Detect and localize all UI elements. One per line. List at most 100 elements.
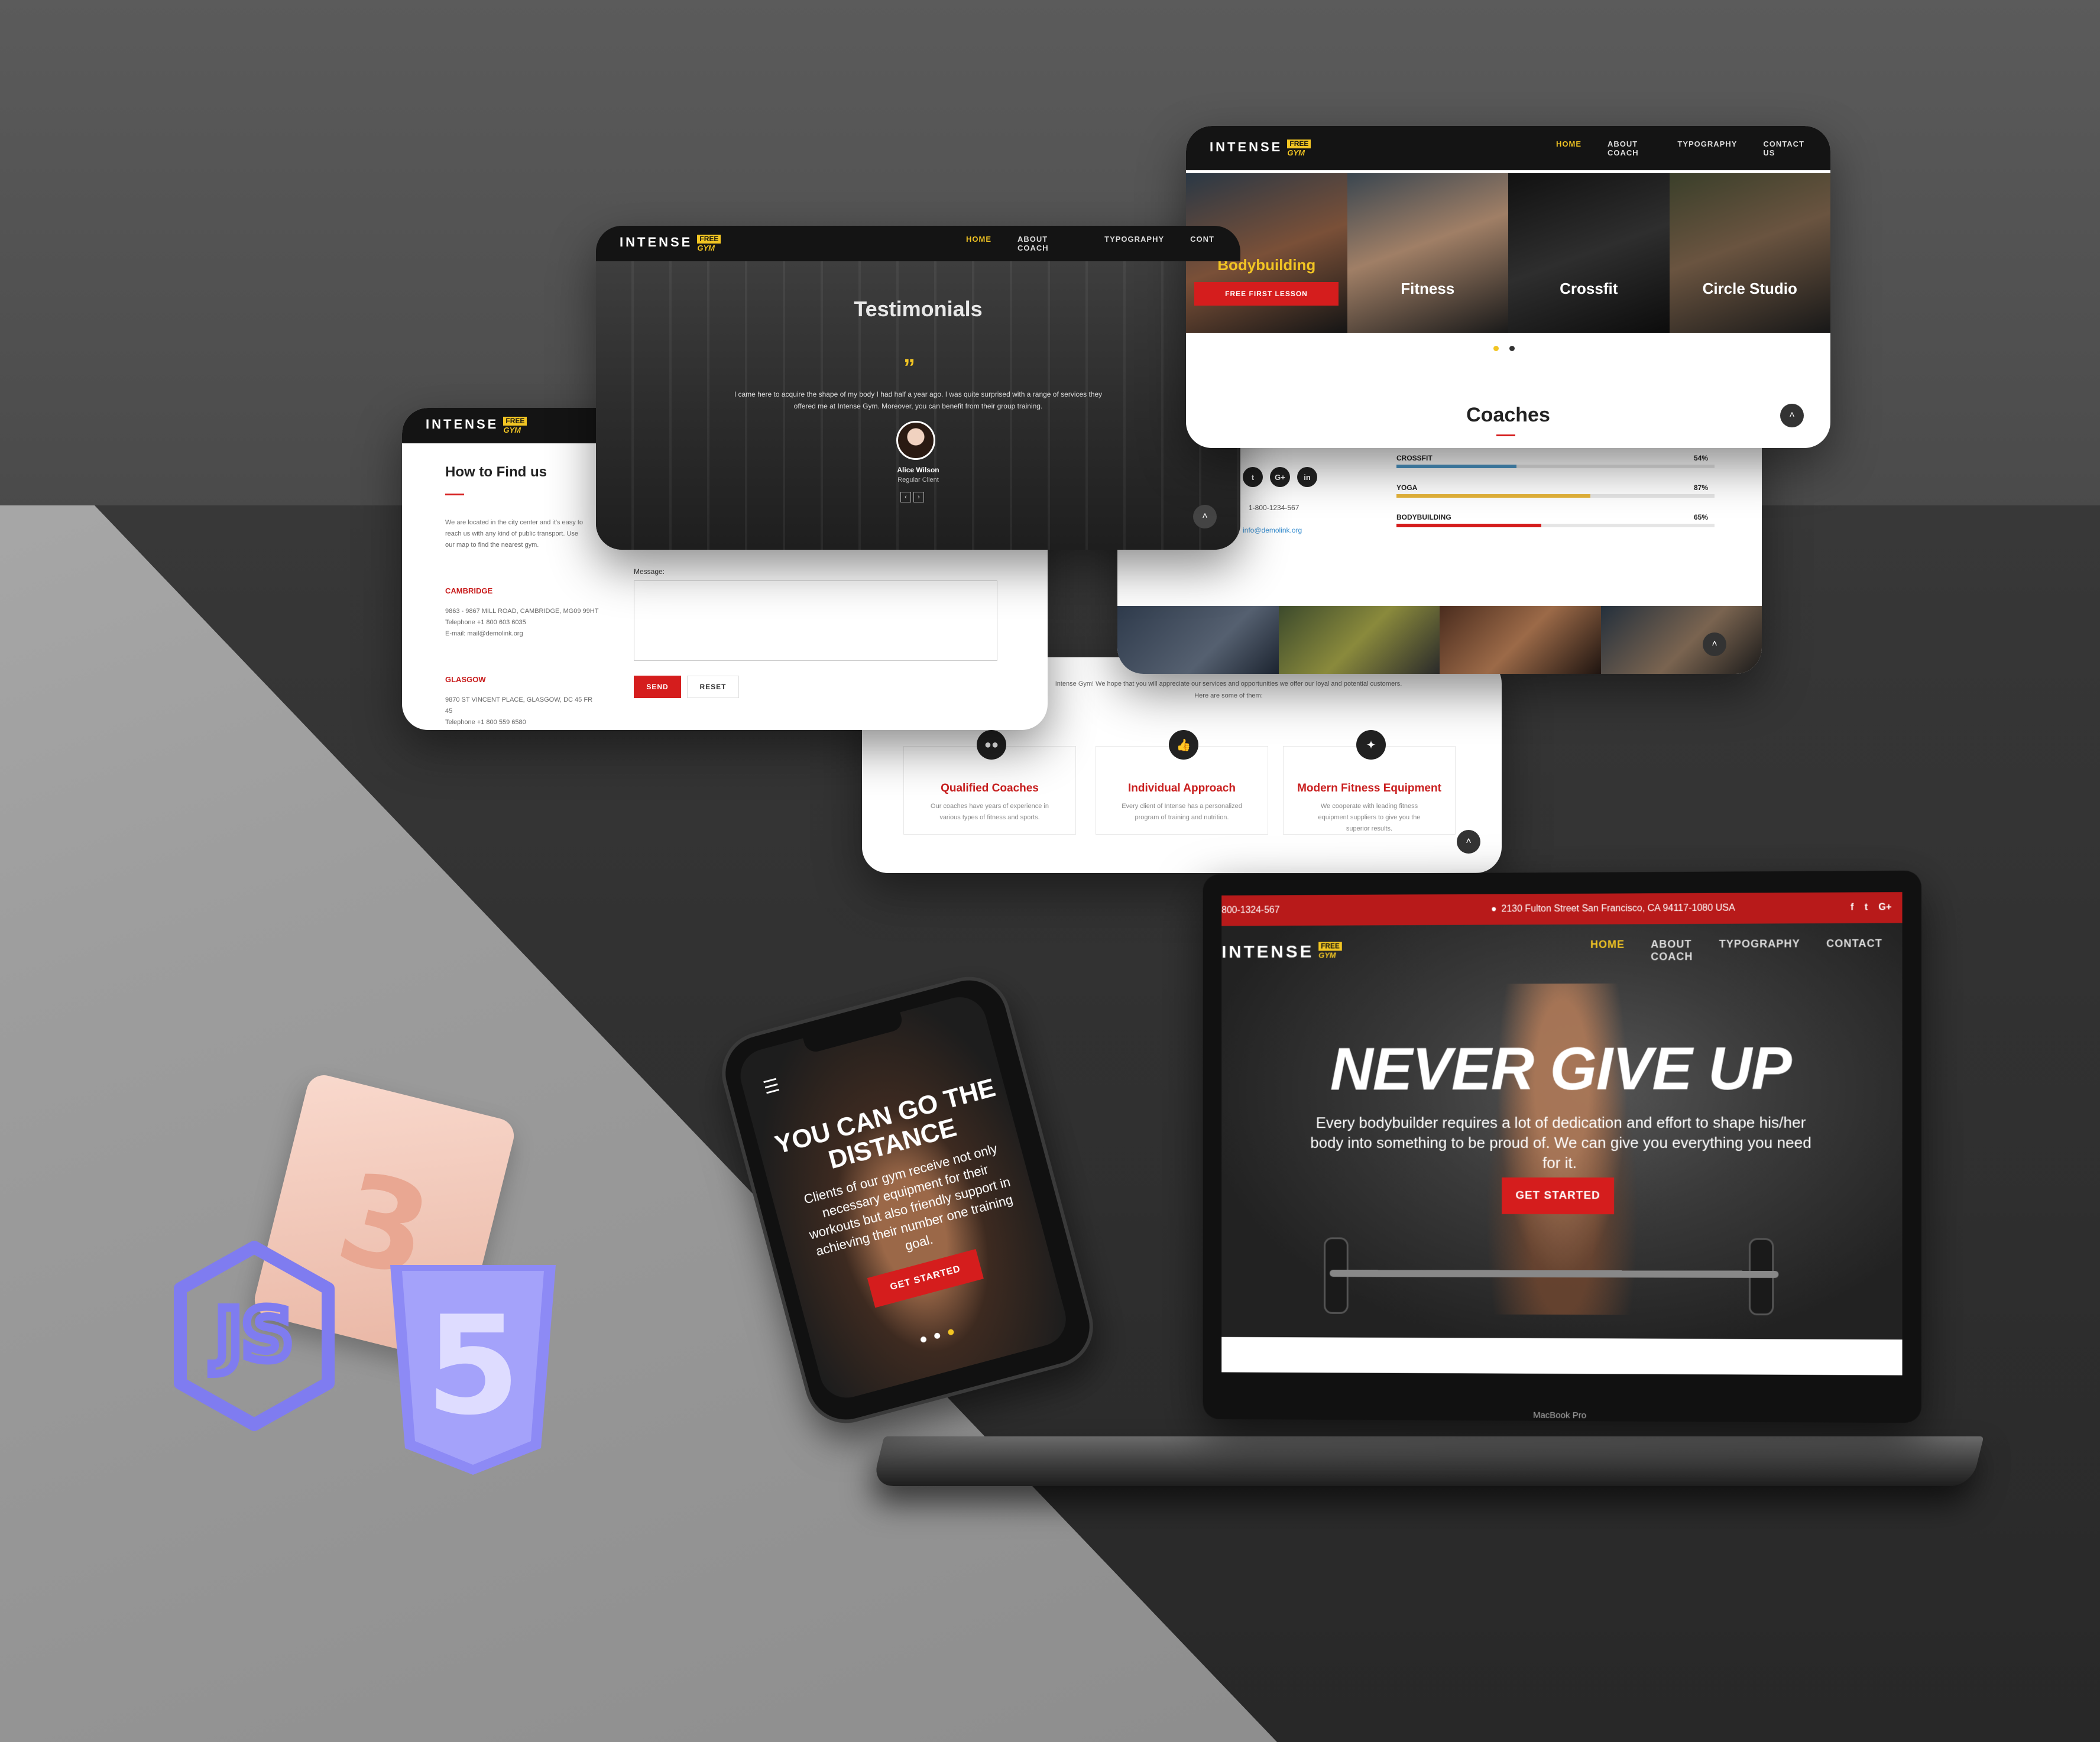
nav-about-coach[interactable]: ABOUT COACH: [1017, 235, 1078, 252]
html5-shield-icon: 5: [390, 1265, 556, 1475]
title-divider: [1496, 434, 1515, 436]
scroll-top-button[interactable]: ˄: [1193, 505, 1217, 528]
slider-dot[interactable]: [1509, 346, 1515, 351]
nav-about-coach[interactable]: ABOUT COACH: [1608, 140, 1651, 157]
reset-button[interactable]: RESET: [687, 676, 739, 698]
laptop-base: [871, 1436, 1984, 1486]
hero-subtext: Every bodybuilder requires a lot of dedi…: [1310, 1113, 1811, 1172]
logo-gym: GYM: [503, 426, 521, 434]
topbar-address: 2130 Fulton Street San Francisco, CA 941…: [1501, 903, 1735, 914]
address-phone: Telephone +1 800 559 6580: [445, 719, 526, 726]
next-arrow-icon[interactable]: ›: [913, 492, 924, 502]
nav-home[interactable]: HOME: [966, 235, 991, 252]
google-plus-icon[interactable]: G+: [1270, 467, 1290, 487]
get-started-button[interactable]: GET STARTED: [1502, 1177, 1615, 1215]
main-menu: HOME ABOUT COACH TYPOGRAPHY CONTACT US: [1556, 140, 1830, 157]
nav-typography[interactable]: TYPOGRAPHY: [1677, 140, 1737, 157]
google-plus-icon[interactable]: G+: [1878, 902, 1891, 913]
section-title: Testimonials: [854, 297, 983, 321]
logo[interactable]: INTENSE FREE GYM: [1210, 139, 1311, 157]
slider-dot-active[interactable]: [1493, 346, 1499, 351]
skill-bar-yoga: [1396, 494, 1715, 498]
slider-dot[interactable]: [919, 1335, 928, 1344]
js-hexagon-icon: JS: [174, 1241, 335, 1431]
section-title: Coaches: [1466, 404, 1550, 426]
class-tiles: Bodybuilding FREE FIRST LESSON Fitness C…: [1186, 173, 1830, 333]
slider-dots: [919, 1328, 955, 1344]
send-button[interactable]: SEND: [634, 676, 681, 698]
feature-title: Individual Approach: [1128, 782, 1236, 794]
testimonial-text: I came here to acquire the shape of my b…: [734, 390, 1103, 410]
facebook-icon[interactable]: f: [1851, 903, 1853, 913]
prev-arrow-icon[interactable]: ‹: [900, 492, 911, 502]
slider-dot[interactable]: [934, 1332, 941, 1339]
top-info-bar: 800-1324-567 ● 2130 Fulton Street San Fr…: [1221, 892, 1903, 926]
logo[interactable]: INTENSE FREE GYM: [426, 417, 527, 434]
navbar: INTENSE FREE GYM HOME ABOUT COACH TYPOGRA…: [1221, 923, 1902, 978]
coach-photo[interactable]: [1440, 606, 1601, 674]
city-name: GLASGOW: [445, 675, 486, 684]
content-area: [1221, 1336, 1903, 1376]
class-tile-circle-studio[interactable]: Circle Studio: [1669, 173, 1830, 333]
address-phone: Telephone +1 800 603 6035: [445, 619, 526, 626]
logo[interactable]: INTENSE FREE GYM: [620, 235, 721, 252]
location-pin-icon: ●: [1490, 904, 1497, 914]
address-email[interactable]: E-mail: mail@demolink.org: [445, 628, 599, 640]
address-block: 9870 ST VINCENT PLACE, GLASGOW, DC 45 FR…: [445, 695, 599, 728]
skill-pct-yoga: 87%: [1694, 484, 1709, 492]
navbar: INTENSE FREE GYM HOME ABOUT COACH TYPOGRA…: [596, 226, 1240, 261]
laptop-screen: 800-1324-567 ● 2130 Fulton Street San Fr…: [1221, 892, 1903, 1376]
nav-home[interactable]: HOME: [1590, 939, 1625, 964]
coach-photo[interactable]: [1117, 606, 1279, 674]
nav-typography[interactable]: TYPOGRAPHY: [1104, 235, 1164, 252]
logo-free: FREE: [1287, 139, 1311, 148]
city-name: CAMBRIDGE: [445, 586, 493, 595]
logo-gym: GYM: [697, 244, 715, 252]
feature-title: Modern Fitness Equipment: [1297, 782, 1441, 794]
logo-free: FREE: [697, 235, 721, 244]
hero-headline: NEVER GIVE UP: [1330, 1034, 1791, 1103]
feature-text: Our coaches have years of experience in …: [931, 803, 1049, 821]
scroll-top-button[interactable]: ˄: [1457, 830, 1480, 854]
class-tile-fitness[interactable]: Fitness: [1347, 173, 1508, 333]
barbell: [1330, 1270, 1779, 1278]
feature-text: Every client of Intense has a personaliz…: [1122, 803, 1242, 821]
scroll-top-button[interactable]: ˄: [1780, 404, 1804, 427]
testimonial-role: Regular Client: [897, 476, 939, 484]
find-us-intro: We are located in the city center and it…: [445, 519, 584, 549]
address-line: 9863 - 9867 MILL ROAD, CAMBRIDGE, MG09 9…: [445, 608, 599, 615]
feature-text: We cooperate with leading fitness equipm…: [1318, 803, 1421, 832]
free-lesson-button[interactable]: FREE FIRST LESSON: [1194, 282, 1339, 306]
nav-about-coach[interactable]: ABOUT COACH: [1651, 938, 1693, 963]
nav-contact[interactable]: CONT: [1190, 235, 1214, 252]
nav-typography[interactable]: TYPOGRAPHY: [1719, 937, 1800, 963]
scroll-top-button[interactable]: ˄: [1703, 632, 1726, 656]
nav-contact-us[interactable]: CONTACT US: [1763, 140, 1804, 157]
quote-icon: ”: [903, 355, 915, 381]
logo[interactable]: INTENSE FREE GYM: [1221, 942, 1342, 962]
html5-logo-icon: 5: [378, 1253, 568, 1484]
coach-photo[interactable]: [1600, 606, 1762, 674]
twitter-icon[interactable]: t: [1243, 467, 1263, 487]
address-block: 9863 - 9867 MILL ROAD, CAMBRIDGE, MG09 9…: [445, 606, 599, 640]
skill-fill-yoga: [1396, 494, 1590, 498]
js-logo-icon: JS: [166, 1238, 343, 1433]
coach-photo[interactable]: [1278, 606, 1440, 674]
logo-gym: GYM: [1287, 148, 1305, 157]
skill-label-bodybuilding: BODYBUILDING: [1396, 513, 1451, 521]
class-tile-crossfit[interactable]: Crossfit: [1508, 173, 1670, 333]
skill-fill-bodybuilding: [1396, 524, 1541, 527]
twitter-icon[interactable]: t: [1865, 903, 1868, 913]
class-label: Circle Studio: [1702, 280, 1797, 297]
linkedin-icon[interactable]: in: [1297, 467, 1317, 487]
message-textarea[interactable]: [634, 580, 997, 661]
nav-home[interactable]: HOME: [1556, 140, 1582, 157]
hamburger-menu-icon[interactable]: ☰: [761, 1075, 782, 1099]
slider-dot-active[interactable]: [947, 1328, 955, 1336]
js-glyph: JS: [211, 1295, 293, 1377]
dumbbell-icon: ✦: [1356, 730, 1386, 760]
nav-contact[interactable]: CONTACT: [1826, 937, 1882, 963]
address-line: 9870 ST VINCENT PLACE, GLASGOW, DC 45 FR…: [445, 696, 593, 715]
contact-email[interactable]: info@demolink.org: [1243, 526, 1302, 534]
skill-fill-crossfit: [1396, 465, 1517, 468]
